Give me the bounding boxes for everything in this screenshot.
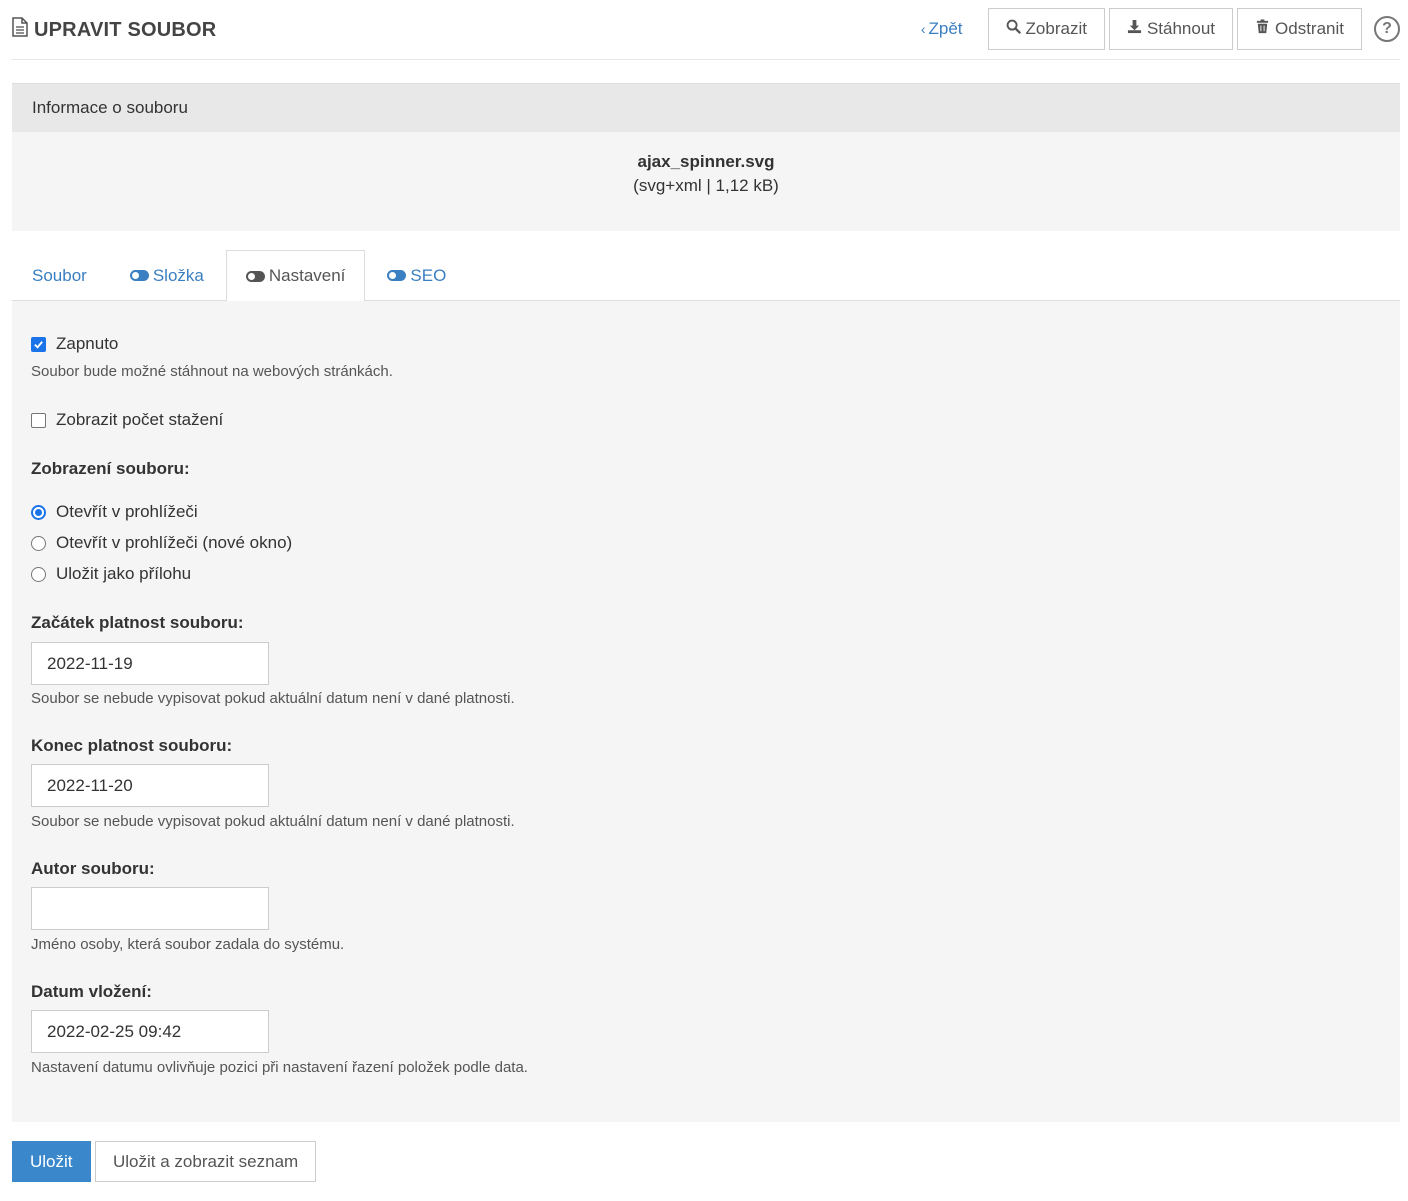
save-button[interactable]: Uložit (12, 1141, 91, 1182)
file-name: ajax_spinner.svg (637, 152, 775, 171)
display-option-radio[interactable] (31, 566, 46, 582)
back-label: Zpět (928, 19, 963, 38)
toggle-icon (387, 270, 407, 281)
delete-button[interactable]: Odstranit (1237, 8, 1362, 50)
help-icon[interactable]: ? (1374, 16, 1400, 42)
show-count-row: Zobrazit počet stažení (31, 410, 223, 430)
tab-slozka-label: Složka (152, 265, 204, 285)
file-info-panel: Informace o souboru ajax_spinner.svg (sv… (12, 83, 1400, 231)
download-button[interactable]: Stáhnout (1108, 8, 1234, 50)
download-label: Stáhnout (1146, 19, 1216, 38)
insert-date-label: Datum vložení: (31, 982, 152, 1001)
toolbar: ‹ Zpět Zobrazit Stáhnout Odstranit ? (921, 8, 1400, 50)
view-button[interactable]: Zobrazit (987, 8, 1105, 50)
tab-soubor[interactable]: Soubor (12, 250, 109, 301)
tab-slozka[interactable]: Složka (109, 250, 226, 301)
display-label: Zobrazení souboru: (31, 459, 190, 478)
enabled-checkbox[interactable] (31, 336, 46, 352)
display-option-row: Otevřít v prohlížeči (31, 502, 198, 522)
search-icon (1006, 19, 1021, 39)
download-icon (1127, 19, 1142, 39)
tab-seo[interactable]: SEO (365, 250, 466, 301)
author-label: Autor souboru: (31, 859, 155, 878)
show-count-checkbox[interactable] (31, 412, 46, 428)
author-input[interactable] (31, 887, 269, 930)
start-date-label: Začátek platnost souboru: (31, 613, 244, 632)
display-option-label: Otevřít v prohlížeči (nové okno) (56, 533, 293, 552)
enabled-row: Zapnuto (31, 334, 118, 354)
end-date-help: Soubor se nebude vypisovat pokud aktuáln… (31, 813, 515, 830)
author-help: Jméno osoby, která soubor zadala do syst… (31, 936, 345, 953)
display-option-row: Otevřít v prohlížeči (nové okno) (31, 533, 292, 553)
tab-nastaveni-label: Nastavení (268, 266, 346, 285)
save-and-list-button[interactable]: Uložit a zobrazit seznam (95, 1141, 317, 1182)
insert-date-help: Nastavení datumu ovlivňuje pozici při na… (31, 1059, 528, 1076)
back-link[interactable]: ‹ Zpět (921, 19, 963, 39)
view-label: Zobrazit (1025, 19, 1087, 38)
start-date-input[interactable]: 2022-11-19 (31, 642, 269, 685)
display-option-radio[interactable] (31, 535, 46, 551)
display-option-label: Otevřít v prohlížeči (56, 502, 198, 521)
display-option-radio[interactable] (31, 504, 46, 520)
tab-bar: Soubor Složka Nastavení SEO (12, 250, 1400, 302)
delete-label: Odstranit (1275, 19, 1344, 38)
trash-icon (1255, 19, 1270, 39)
toggle-icon (129, 270, 149, 281)
tab-nastaveni[interactable]: Nastavení (225, 250, 366, 302)
settings-form: Zapnuto Soubor bude možné stáhnout na we… (12, 301, 1400, 1122)
insert-date-input[interactable]: 2022-02-25 09:42 (31, 1010, 269, 1053)
tab-soubor-label: Soubor (32, 265, 87, 285)
display-option-label: Uložit jako přílohu (56, 564, 192, 583)
toggle-icon (245, 270, 265, 282)
tab-seo-label: SEO (410, 265, 447, 285)
enabled-help: Soubor bude možné stáhnout na webových s… (31, 363, 393, 380)
show-count-label: Zobrazit počet stažení (56, 410, 224, 429)
page-title: UPRAVIT SOUBOR (12, 17, 216, 43)
page-header: UPRAVIT SOUBOR ‹ Zpět Zobrazit Stáhnout … (12, 0, 1400, 60)
chevron-left-icon: ‹ (920, 21, 926, 37)
display-option-row: Uložit jako přílohu (31, 564, 191, 584)
file-info-heading: Informace o souboru (12, 83, 1400, 132)
end-date-input[interactable]: 2022-11-20 (31, 764, 269, 807)
file-icon (12, 17, 28, 43)
start-date-help: Soubor se nebude vypisovat pokud aktuáln… (31, 690, 515, 707)
end-date-label: Konec platnost souboru: (31, 736, 233, 755)
page-title-text: UPRAVIT SOUBOR (34, 18, 217, 41)
enabled-label: Zapnuto (56, 334, 119, 353)
file-meta: (svg+xml | 1,12 kB) (633, 176, 779, 195)
